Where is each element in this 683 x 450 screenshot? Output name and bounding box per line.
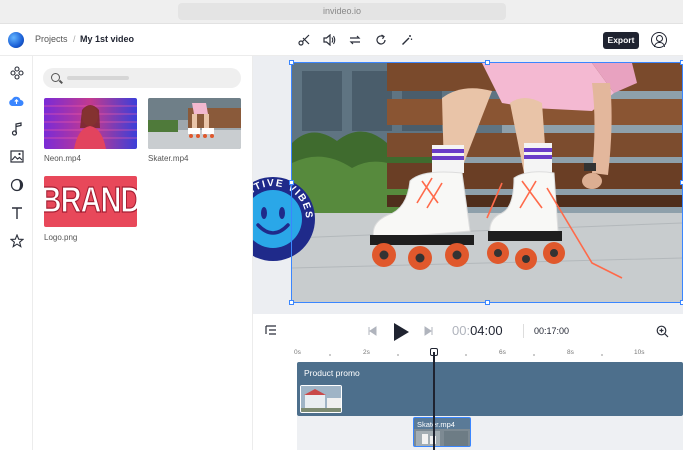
ruler-tick (465, 354, 467, 356)
volume-icon[interactable] (321, 32, 337, 48)
track-label: Product promo (304, 368, 360, 378)
logo-icon[interactable] (8, 32, 24, 48)
cut-icon[interactable] (296, 32, 312, 48)
zoom-in-icon[interactable] (655, 324, 669, 338)
app-window: invideo.io Projects / My 1st video Expor… (0, 0, 683, 450)
current-time-prefix: 00: (452, 323, 471, 338)
breadcrumb-projects[interactable]: Projects (35, 34, 68, 44)
ruler-label: 10s (634, 349, 645, 356)
editor: Projects / My 1st video Export Neon.mp4 … (0, 24, 683, 450)
playback-controls: 00:04:00 00:17:00 (253, 314, 683, 348)
ruler-label: 0s (294, 349, 301, 356)
breadcrumb-separator: / (73, 34, 76, 44)
project-name[interactable]: My 1st video (80, 34, 134, 44)
browser-bar: invideo.io (0, 0, 683, 24)
url-bar[interactable]: invideo.io (178, 3, 506, 20)
templates-icon[interactable] (8, 64, 25, 81)
music-icon[interactable] (8, 120, 25, 137)
overlay-track: Skater.mp4 (297, 416, 683, 450)
ruler-tick (329, 354, 331, 356)
media-item-neon[interactable] (44, 98, 137, 149)
skater-clip[interactable]: Skater.mp4 (413, 417, 471, 447)
smiley-icon: POSITIVE VIBES (231, 177, 315, 261)
timeline-settings-icon[interactable] (264, 323, 278, 337)
media-item-label: Skater.mp4 (148, 154, 189, 163)
ruler-tick (533, 354, 535, 356)
ruler-label: 6s (499, 349, 506, 356)
search-icon (51, 73, 60, 82)
total-time: 00:17:00 (534, 326, 570, 336)
top-bar: Projects / My 1st video Export (0, 24, 683, 56)
media-item-label: Neon.mp4 (44, 154, 81, 163)
rotate-icon[interactable] (373, 32, 389, 48)
playhead[interactable] (433, 352, 435, 450)
skip-forward-icon[interactable] (423, 325, 435, 337)
ruler-tick (601, 354, 603, 356)
account-icon[interactable] (651, 32, 667, 48)
left-rail (0, 56, 33, 450)
media-icon[interactable] (8, 148, 25, 165)
current-time-value: 04:00 (470, 323, 503, 338)
brand-logo-text: BRAND (44, 180, 137, 221)
media-panel: Neon.mp4 Skater.mp4 BRAND Logo.png (33, 56, 253, 450)
positive-vibes-sticker[interactable]: POSITIVE VIBES (231, 177, 315, 261)
swap-icon[interactable] (347, 32, 363, 48)
media-item-label: Logo.png (44, 233, 78, 242)
export-button[interactable]: Export (603, 32, 639, 49)
media-item-logo[interactable]: BRAND (44, 176, 137, 227)
magic-wand-icon[interactable] (399, 32, 415, 48)
neon-thumbnail (44, 98, 137, 149)
divider (523, 324, 524, 338)
ruler-tick (397, 354, 399, 356)
search-placeholder-bar (67, 76, 129, 80)
shapes-icon[interactable] (8, 176, 25, 193)
play-button[interactable] (390, 321, 412, 343)
skater-frame (292, 63, 682, 302)
track-thumbnail (300, 385, 342, 413)
ruler-label: 2s (363, 349, 370, 356)
clip-thumbnail (414, 429, 470, 446)
main-track[interactable]: Product promo (297, 362, 683, 416)
skip-back-icon[interactable] (366, 325, 378, 337)
canvas-stage: POSITIVE VIBES (231, 56, 683, 314)
ruler-label: 8s (567, 349, 574, 356)
current-time: 00:04:00 (452, 323, 503, 338)
search-input[interactable] (43, 68, 241, 88)
upload-icon[interactable] (8, 92, 25, 109)
star-icon[interactable] (8, 232, 25, 249)
video-preview[interactable] (292, 63, 682, 302)
media-item-skater[interactable] (148, 98, 241, 149)
text-icon[interactable] (8, 204, 25, 221)
skater-thumbnail (148, 98, 241, 149)
timeline-ruler[interactable]: 0s 2s 4s 6s 8s 10s (253, 348, 683, 362)
